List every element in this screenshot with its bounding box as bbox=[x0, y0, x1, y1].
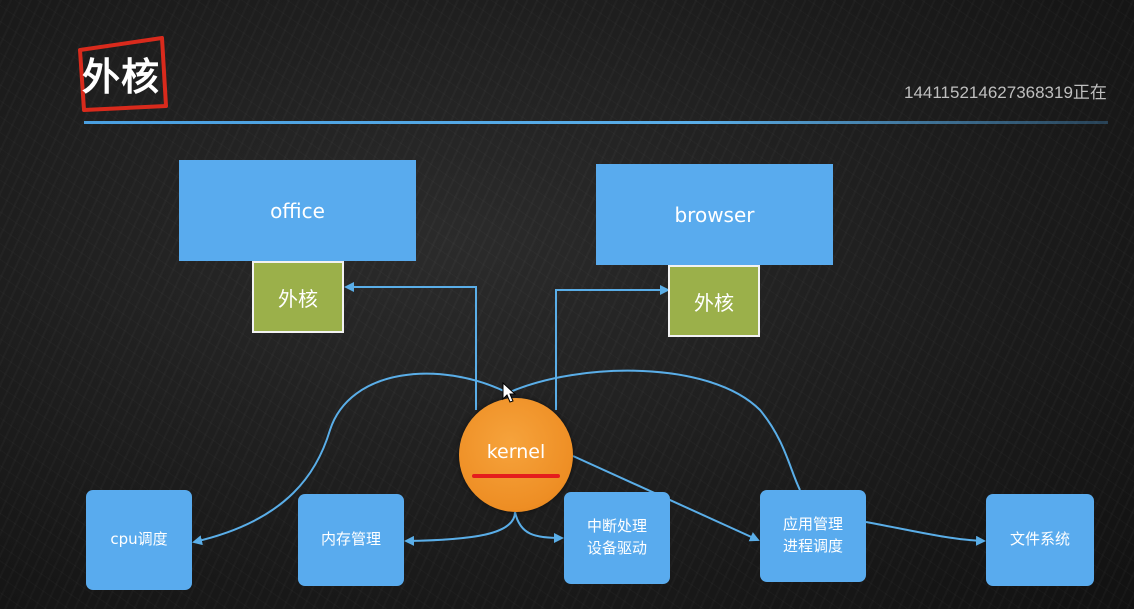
office-app-box: office bbox=[179, 160, 416, 261]
kernel-underline-annotation bbox=[472, 474, 560, 478]
interrupt-driver-box: 中断处理 设备驱动 bbox=[564, 492, 670, 584]
memory-management-box: 内存管理 bbox=[298, 494, 404, 586]
cpu-scheduling-box: cpu调度 bbox=[86, 490, 192, 590]
filesystem-box: 文件系统 bbox=[986, 494, 1094, 586]
left-exokernel-box: 外核 bbox=[252, 261, 344, 333]
interrupt-driver-label: 中断处理 设备驱动 bbox=[586, 517, 647, 557]
arrow-app-to-filesystem bbox=[865, 521, 986, 546]
right-exokernel-label: 外核 bbox=[694, 290, 734, 315]
arrow-kernel-to-memory bbox=[404, 511, 516, 546]
browser-label: browser bbox=[674, 202, 755, 227]
app-process-label: 应用管理 进程调度 bbox=[782, 515, 843, 555]
app-process-box: 应用管理 进程调度 bbox=[760, 490, 866, 582]
arrow-kernel-to-left-shell bbox=[344, 282, 477, 410]
filesystem-label: 文件系统 bbox=[1009, 530, 1070, 549]
mouse-cursor-icon bbox=[502, 382, 516, 403]
office-label: office bbox=[270, 198, 325, 223]
kernel-node: kernel bbox=[459, 398, 573, 512]
right-exokernel-box: 外核 bbox=[668, 265, 760, 337]
cpu-scheduling-label: cpu调度 bbox=[110, 530, 168, 549]
memory-management-label: 内存管理 bbox=[320, 530, 381, 549]
left-exokernel-label: 外核 bbox=[278, 286, 318, 311]
arrow-kernel-to-right-shell bbox=[555, 285, 670, 410]
arrow-kernel-to-interrupt bbox=[514, 511, 564, 543]
kernel-label: kernel bbox=[486, 441, 546, 463]
browser-app-box: browser bbox=[596, 164, 833, 265]
